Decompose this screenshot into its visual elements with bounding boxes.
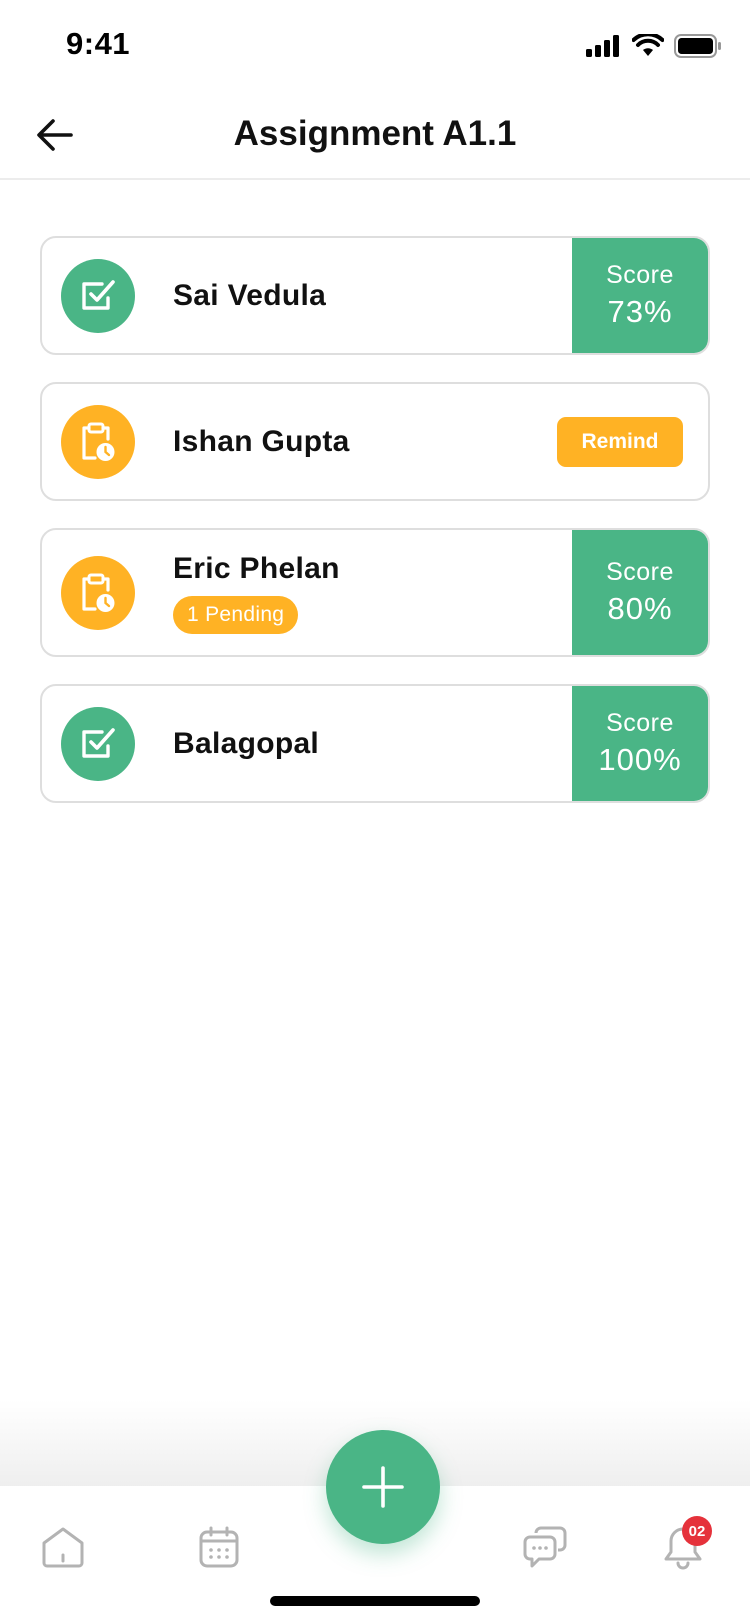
score-box: Score 73% [572, 238, 708, 353]
nav-home[interactable] [38, 1522, 88, 1572]
status-bar: 9:41 [0, 0, 750, 90]
student-name: Sai Vedula [173, 278, 327, 312]
calendar-icon [199, 1526, 239, 1568]
remind-button[interactable]: Remind [557, 416, 683, 467]
score-label: Score [606, 709, 674, 737]
student-info: Eric Phelan 1 Pending [173, 552, 340, 634]
pending-status [61, 404, 135, 479]
student-name: Ishan Gupta [173, 424, 350, 458]
score-box: Score 80% [572, 530, 708, 655]
student-info: Ishan Gupta [173, 425, 350, 459]
student-info: Sai Vedula [173, 279, 326, 313]
plus-icon [362, 1466, 404, 1508]
score-label: Score [606, 558, 674, 586]
battery-icon [674, 34, 721, 58]
student-list: Sai Vedula Score 73% Ishan Gupta Remind [40, 236, 710, 830]
home-indicator [270, 1596, 480, 1606]
student-card[interactable]: Ishan Gupta Remind [40, 382, 710, 501]
student-info: Balagopal [173, 727, 319, 761]
student-card[interactable]: Eric Phelan 1 Pending Score 80% [40, 528, 710, 657]
clipboard-clock-icon [82, 573, 115, 612]
score-value: 73% [607, 294, 673, 329]
student-name: Eric Phelan [173, 551, 340, 585]
nav-chat[interactable] [520, 1522, 570, 1572]
score-value: 100% [598, 742, 682, 777]
checkbox-checked-icon [82, 727, 115, 758]
score-value: 80% [607, 591, 673, 626]
score-label: Score [606, 261, 674, 289]
clipboard-clock-icon [82, 422, 115, 461]
score-box: Score 100% [572, 686, 708, 801]
header: Assignment A1.1 [0, 90, 750, 180]
pending-badge: 1 Pending [173, 595, 299, 634]
submitted-status [61, 258, 135, 333]
chat-icon [523, 1526, 567, 1568]
wifi-icon [632, 34, 664, 56]
nav-calendar[interactable] [194, 1522, 244, 1572]
cellular-signal-icon [586, 35, 619, 57]
status-icons [586, 34, 722, 58]
page-title: Assignment A1.1 [233, 114, 517, 153]
student-card[interactable]: Sai Vedula Score 73% [40, 236, 710, 355]
add-button[interactable] [326, 1430, 440, 1544]
status-time: 9:41 [66, 26, 131, 61]
student-name: Balagopal [173, 726, 320, 760]
home-icon [42, 1527, 84, 1568]
notification-count-badge: 02 [682, 1516, 712, 1546]
submitted-status [61, 706, 135, 781]
checkbox-checked-icon [82, 279, 115, 310]
student-card[interactable]: Balagopal Score 100% [40, 684, 710, 803]
pending-status [61, 555, 135, 630]
